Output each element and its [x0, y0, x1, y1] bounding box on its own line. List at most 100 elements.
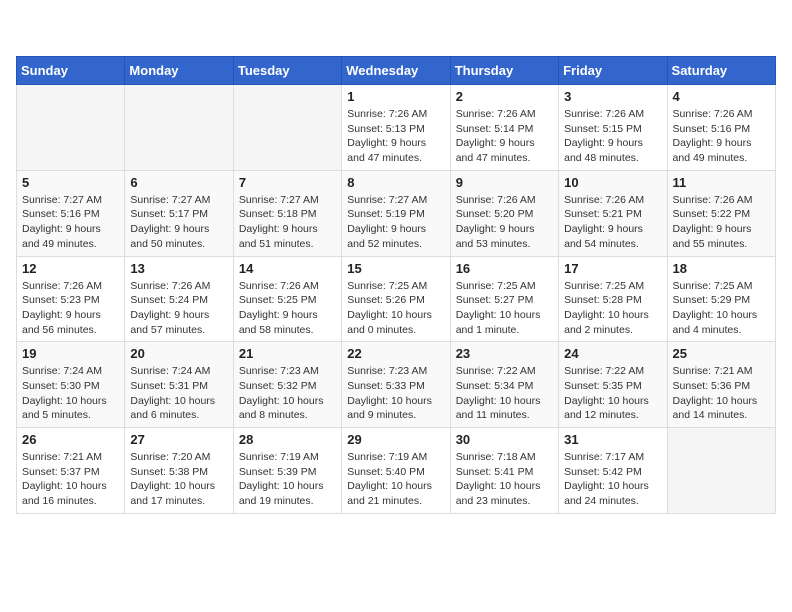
calendar-cell: 22 Sunrise: 7:23 AM Sunset: 5:33 PM Dayli… [342, 342, 450, 428]
day-info: Sunrise: 7:24 AM Sunset: 5:31 PM Dayligh… [130, 364, 227, 423]
day-info: Sunrise: 7:22 AM Sunset: 5:35 PM Dayligh… [564, 364, 661, 423]
day-number: 27 [130, 432, 227, 447]
calendar-cell: 5 Sunrise: 7:27 AM Sunset: 5:16 PM Daylig… [17, 170, 125, 256]
day-info: Sunrise: 7:23 AM Sunset: 5:32 PM Dayligh… [239, 364, 336, 423]
day-number: 28 [239, 432, 336, 447]
calendar-body: 1 Sunrise: 7:26 AM Sunset: 5:13 PM Daylig… [17, 85, 776, 514]
calendar-cell: 11 Sunrise: 7:26 AM Sunset: 5:22 PM Dayli… [667, 170, 775, 256]
day-info: Sunrise: 7:18 AM Sunset: 5:41 PM Dayligh… [456, 450, 553, 509]
day-number: 17 [564, 261, 661, 276]
calendar-cell: 26 Sunrise: 7:21 AM Sunset: 5:37 PM Dayli… [17, 428, 125, 514]
day-number: 13 [130, 261, 227, 276]
day-number: 7 [239, 175, 336, 190]
weekday-header: Friday [559, 57, 667, 85]
calendar-cell: 8 Sunrise: 7:27 AM Sunset: 5:19 PM Daylig… [342, 170, 450, 256]
day-info: Sunrise: 7:27 AM Sunset: 5:17 PM Dayligh… [130, 193, 227, 252]
calendar-cell: 20Sunrise: 7:24 AM Sunset: 5:31 PM Dayli… [125, 342, 233, 428]
day-info: Sunrise: 7:26 AM Sunset: 5:23 PM Dayligh… [22, 279, 119, 338]
day-number: 14 [239, 261, 336, 276]
day-info: Sunrise: 7:25 AM Sunset: 5:26 PM Dayligh… [347, 279, 444, 338]
day-number: 15 [347, 261, 444, 276]
weekday-header: Tuesday [233, 57, 341, 85]
calendar-week-row: 12Sunrise: 7:26 AM Sunset: 5:23 PM Dayli… [17, 256, 776, 342]
day-info: Sunrise: 7:26 AM Sunset: 5:14 PM Dayligh… [456, 107, 553, 166]
day-info: Sunrise: 7:19 AM Sunset: 5:39 PM Dayligh… [239, 450, 336, 509]
day-info: Sunrise: 7:21 AM Sunset: 5:36 PM Dayligh… [673, 364, 770, 423]
calendar-cell: 3 Sunrise: 7:26 AM Sunset: 5:15 PM Daylig… [559, 85, 667, 171]
day-info: Sunrise: 7:25 AM Sunset: 5:27 PM Dayligh… [456, 279, 553, 338]
calendar-cell: 17 Sunrise: 7:25 AM Sunset: 5:28 PM Dayli… [559, 256, 667, 342]
calendar-week-row: 5 Sunrise: 7:27 AM Sunset: 5:16 PM Daylig… [17, 170, 776, 256]
weekday-header: Thursday [450, 57, 558, 85]
calendar-cell: 24 Sunrise: 7:22 AM Sunset: 5:35 PM Dayli… [559, 342, 667, 428]
calendar: SundayMondayTuesdayWednesdayThursdayFrid… [16, 56, 776, 514]
day-info: Sunrise: 7:19 AM Sunset: 5:40 PM Dayligh… [347, 450, 444, 509]
calendar-cell [233, 85, 341, 171]
day-info: Sunrise: 7:23 AM Sunset: 5:33 PM Dayligh… [347, 364, 444, 423]
calendar-cell: 25Sunrise: 7:21 AM Sunset: 5:36 PM Dayli… [667, 342, 775, 428]
day-number: 2 [456, 89, 553, 104]
calendar-cell [17, 85, 125, 171]
day-number: 22 [347, 346, 444, 361]
calendar-cell: 2 Sunrise: 7:26 AM Sunset: 5:14 PM Daylig… [450, 85, 558, 171]
day-number: 30 [456, 432, 553, 447]
day-info: Sunrise: 7:25 AM Sunset: 5:29 PM Dayligh… [673, 279, 770, 338]
day-number: 1 [347, 89, 444, 104]
calendar-cell: 15 Sunrise: 7:25 AM Sunset: 5:26 PM Dayli… [342, 256, 450, 342]
day-number: 11 [673, 175, 770, 190]
day-info: Sunrise: 7:27 AM Sunset: 5:16 PM Dayligh… [22, 193, 119, 252]
day-info: Sunrise: 7:25 AM Sunset: 5:28 PM Dayligh… [564, 279, 661, 338]
day-info: Sunrise: 7:26 AM Sunset: 5:16 PM Dayligh… [673, 107, 770, 166]
weekday-header: Sunday [17, 57, 125, 85]
day-info: Sunrise: 7:22 AM Sunset: 5:34 PM Dayligh… [456, 364, 553, 423]
calendar-cell: 21 Sunrise: 7:23 AM Sunset: 5:32 PM Dayli… [233, 342, 341, 428]
calendar-cell: 13 Sunrise: 7:26 AM Sunset: 5:24 PM Dayli… [125, 256, 233, 342]
day-info: Sunrise: 7:20 AM Sunset: 5:38 PM Dayligh… [130, 450, 227, 509]
day-number: 4 [673, 89, 770, 104]
calendar-cell: 27 Sunrise: 7:20 AM Sunset: 5:38 PM Dayli… [125, 428, 233, 514]
day-number: 31 [564, 432, 661, 447]
day-number: 26 [22, 432, 119, 447]
day-number: 3 [564, 89, 661, 104]
calendar-cell: 10 Sunrise: 7:26 AM Sunset: 5:21 PM Dayli… [559, 170, 667, 256]
calendar-cell: 23 Sunrise: 7:22 AM Sunset: 5:34 PM Dayli… [450, 342, 558, 428]
day-number: 24 [564, 346, 661, 361]
day-number: 6 [130, 175, 227, 190]
logo-icon [16, 16, 44, 44]
calendar-cell: 16 Sunrise: 7:25 AM Sunset: 5:27 PM Dayli… [450, 256, 558, 342]
day-info: Sunrise: 7:26 AM Sunset: 5:24 PM Dayligh… [130, 279, 227, 338]
calendar-cell: 29 Sunrise: 7:19 AM Sunset: 5:40 PM Dayli… [342, 428, 450, 514]
day-number: 23 [456, 346, 553, 361]
calendar-cell: 30 Sunrise: 7:18 AM Sunset: 5:41 PM Dayli… [450, 428, 558, 514]
weekday-header: Wednesday [342, 57, 450, 85]
day-info: Sunrise: 7:26 AM Sunset: 5:20 PM Dayligh… [456, 193, 553, 252]
weekday-row: SundayMondayTuesdayWednesdayThursdayFrid… [17, 57, 776, 85]
day-info: Sunrise: 7:27 AM Sunset: 5:18 PM Dayligh… [239, 193, 336, 252]
calendar-cell: 31Sunrise: 7:17 AM Sunset: 5:42 PM Dayli… [559, 428, 667, 514]
day-number: 8 [347, 175, 444, 190]
day-number: 9 [456, 175, 553, 190]
calendar-cell: 6 Sunrise: 7:27 AM Sunset: 5:17 PM Daylig… [125, 170, 233, 256]
day-info: Sunrise: 7:21 AM Sunset: 5:37 PM Dayligh… [22, 450, 119, 509]
day-info: Sunrise: 7:24 AM Sunset: 5:30 PM Dayligh… [22, 364, 119, 423]
calendar-cell: 18Sunrise: 7:25 AM Sunset: 5:29 PM Dayli… [667, 256, 775, 342]
calendar-week-row: 26 Sunrise: 7:21 AM Sunset: 5:37 PM Dayli… [17, 428, 776, 514]
day-number: 5 [22, 175, 119, 190]
day-info: Sunrise: 7:27 AM Sunset: 5:19 PM Dayligh… [347, 193, 444, 252]
calendar-cell [667, 428, 775, 514]
day-info: Sunrise: 7:26 AM Sunset: 5:22 PM Dayligh… [673, 193, 770, 252]
calendar-cell: 9 Sunrise: 7:26 AM Sunset: 5:20 PM Daylig… [450, 170, 558, 256]
day-number: 21 [239, 346, 336, 361]
day-info: Sunrise: 7:26 AM Sunset: 5:13 PM Dayligh… [347, 107, 444, 166]
day-number: 10 [564, 175, 661, 190]
calendar-cell: 19Sunrise: 7:24 AM Sunset: 5:30 PM Dayli… [17, 342, 125, 428]
calendar-cell: 4 Sunrise: 7:26 AM Sunset: 5:16 PM Daylig… [667, 85, 775, 171]
day-number: 16 [456, 261, 553, 276]
day-number: 29 [347, 432, 444, 447]
page-header [16, 16, 776, 44]
calendar-cell: 7 Sunrise: 7:27 AM Sunset: 5:18 PM Daylig… [233, 170, 341, 256]
day-info: Sunrise: 7:26 AM Sunset: 5:15 PM Dayligh… [564, 107, 661, 166]
day-info: Sunrise: 7:26 AM Sunset: 5:21 PM Dayligh… [564, 193, 661, 252]
calendar-cell: 12Sunrise: 7:26 AM Sunset: 5:23 PM Dayli… [17, 256, 125, 342]
calendar-cell: 14Sunrise: 7:26 AM Sunset: 5:25 PM Dayli… [233, 256, 341, 342]
